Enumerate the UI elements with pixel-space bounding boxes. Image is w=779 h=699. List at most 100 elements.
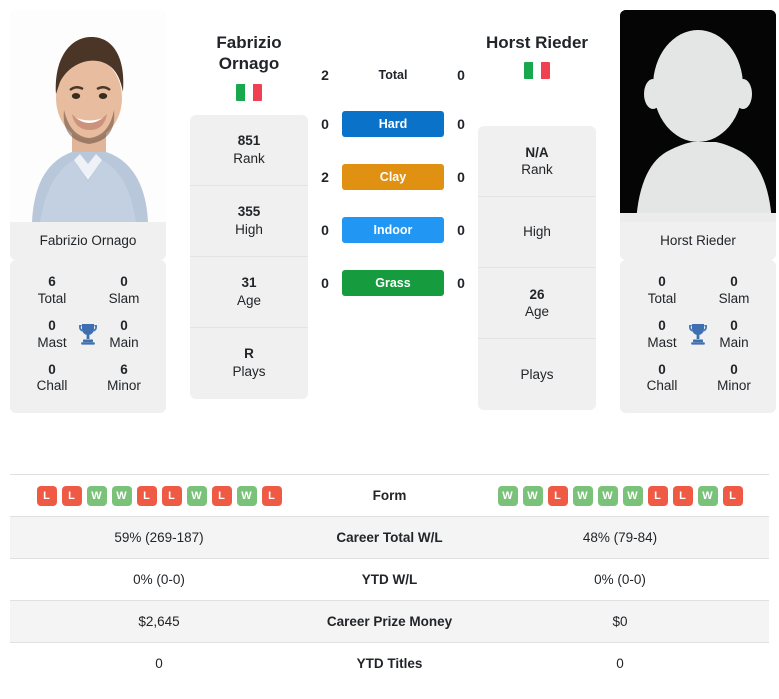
right-career-total-wl: 48% (79-84) bbox=[582, 530, 658, 545]
row-label-ytd-wl: YTD W/L bbox=[361, 572, 418, 587]
right-info-age: 26 Age bbox=[478, 268, 596, 340]
value: 26 bbox=[529, 286, 545, 302]
value: 6 bbox=[120, 361, 128, 377]
right-info-rank: N/A Rank bbox=[478, 126, 596, 198]
form-badge-loss: L bbox=[672, 485, 693, 506]
right-player-photo-card: Horst Rieder bbox=[620, 10, 776, 260]
label: Plays bbox=[520, 366, 554, 382]
h2h-right-value: 0 bbox=[457, 222, 465, 238]
label: Chall bbox=[36, 378, 68, 394]
grass-surface-badge[interactable]: Grass bbox=[342, 270, 444, 296]
left-player-info-card: 851 Rank 355 High 31 Age R Plays bbox=[190, 114, 308, 399]
h2h-row-grass: 0 Grass 0 bbox=[308, 270, 478, 296]
h2h-row-indoor: 0 Indoor 0 bbox=[308, 217, 478, 243]
value: 0 bbox=[120, 274, 128, 289]
clay-surface-badge[interactable]: Clay bbox=[342, 164, 444, 190]
label: Plays bbox=[232, 364, 266, 379]
italy-flag-icon bbox=[236, 83, 262, 101]
value: 0 bbox=[658, 361, 666, 377]
left-player-portrait-image bbox=[10, 10, 166, 222]
label: Slam bbox=[718, 290, 750, 306]
left-player-photo-card: Fabrizio Ornago bbox=[10, 10, 166, 260]
form-badge-win: W bbox=[597, 485, 618, 506]
left-form-strip: LLWWLLWLWL bbox=[10, 485, 308, 506]
left-player-name-line1: Fabrizio bbox=[216, 33, 282, 52]
label: Total bbox=[647, 290, 677, 306]
table-row-ytd-wl: 0% (0-0) YTD W/L 0% (0-0) bbox=[10, 558, 769, 601]
head-to-head-column: 2 Total 0 0 Hard 0 2 Clay 0 0 Indoor 0 0… bbox=[308, 10, 478, 296]
left-career-total-wl: 59% (269-187) bbox=[114, 530, 204, 545]
table-row-form: LLWWLLWLWL Form WWLWWWLLWL bbox=[10, 474, 769, 517]
h2h-surface-label: Hard bbox=[342, 111, 444, 137]
trophy-icon bbox=[685, 321, 711, 347]
value: 31 bbox=[241, 274, 257, 290]
left-titles-mast: 0 Mast bbox=[24, 318, 80, 352]
right-titles-slam: 0 Slam bbox=[706, 274, 762, 308]
left-ytd-wl: 0% (0-0) bbox=[133, 572, 185, 587]
h2h-left-value: 0 bbox=[321, 275, 329, 291]
h2h-right-value: 0 bbox=[457, 116, 465, 132]
form-badge-win: W bbox=[186, 485, 207, 506]
right-player-info-column: Horst Rieder N/A Rank High 26 Age Plays bbox=[478, 10, 596, 411]
h2h-row-total: 2 Total 0 bbox=[308, 66, 478, 84]
form-badge-win: W bbox=[86, 485, 107, 506]
left-career-prize-money: $2,645 bbox=[138, 614, 180, 629]
value: 0 bbox=[730, 317, 738, 333]
value: 355 bbox=[237, 203, 261, 219]
right-ytd-wl: 0% (0-0) bbox=[594, 572, 646, 587]
right-player-titles-card: 0 Total 0 Slam 0 Mast 0 Main 0 Chall 0 M… bbox=[620, 260, 776, 414]
form-badge-win: W bbox=[497, 485, 518, 506]
left-info-age: 31 Age bbox=[190, 257, 308, 328]
right-player-avatar bbox=[620, 10, 776, 222]
h2h-surface-label: Indoor bbox=[342, 217, 444, 243]
form-badge-loss: L bbox=[36, 485, 57, 506]
h2h-left-value: 2 bbox=[321, 169, 329, 185]
row-label-form: Form bbox=[372, 488, 407, 503]
label: Rank bbox=[233, 150, 265, 166]
form-badge-loss: L bbox=[647, 485, 668, 506]
value: R bbox=[244, 346, 254, 362]
label: Minor bbox=[107, 378, 141, 394]
right-titles-grid: 0 Total 0 Slam 0 Mast 0 Main 0 Chall 0 M… bbox=[620, 264, 776, 403]
value: 6 bbox=[48, 274, 56, 289]
label: Mast bbox=[37, 334, 67, 350]
h2h-left-value: 2 bbox=[321, 67, 329, 83]
row-label-ytd-titles: YTD Titles bbox=[356, 656, 423, 671]
hard-surface-badge[interactable]: Hard bbox=[342, 111, 444, 137]
right-titles-main: 0 Main bbox=[706, 318, 762, 352]
value: N/A bbox=[525, 144, 549, 160]
h2h-surface-label: Total bbox=[342, 66, 444, 84]
label: High bbox=[523, 224, 551, 240]
label: Chall bbox=[646, 378, 678, 394]
indoor-surface-badge[interactable]: Indoor bbox=[342, 217, 444, 243]
right-player-photo-caption: Horst Rieder bbox=[620, 222, 776, 260]
h2h-right-value: 0 bbox=[457, 169, 465, 185]
right-titles-chall: 0 Chall bbox=[634, 362, 690, 396]
left-titles-slam: 0 Slam bbox=[96, 274, 152, 308]
form-badge-win: W bbox=[697, 485, 718, 506]
label: Age bbox=[524, 304, 550, 320]
right-ytd-titles: 0 bbox=[616, 656, 624, 671]
form-badge-loss: L bbox=[547, 485, 568, 506]
left-titles-total: 6 Total bbox=[24, 274, 80, 308]
h2h-left-value: 0 bbox=[321, 116, 329, 132]
h2h-surface-label: Grass bbox=[342, 270, 444, 296]
label: Slam bbox=[108, 290, 140, 306]
value: 0 bbox=[48, 317, 56, 333]
table-row-career-prize-money: $2,645 Career Prize Money $0 bbox=[10, 600, 769, 643]
value: 0 bbox=[730, 274, 738, 289]
form-badge-loss: L bbox=[161, 485, 182, 506]
left-player-info-column: Fabrizio Ornago 851 Rank 355 High 31 Age bbox=[190, 10, 308, 399]
left-player-photo-column: Fabrizio Ornago 6 Total 0 Slam 0 Mast 0 … bbox=[10, 10, 166, 414]
left-titles-row: 0 Chall 6 Minor bbox=[10, 358, 166, 402]
left-player-name: Fabrizio Ornago bbox=[184, 32, 314, 75]
form-badge-loss: L bbox=[211, 485, 232, 506]
form-badge-loss: L bbox=[136, 485, 157, 506]
right-titles-total: 0 Total bbox=[634, 274, 690, 308]
label: Main bbox=[719, 334, 749, 350]
italy-flag-icon bbox=[524, 62, 550, 80]
h2h-surface-label: Clay bbox=[342, 164, 444, 190]
right-player-info-card: N/A Rank High 26 Age Plays bbox=[478, 126, 596, 411]
left-titles-chall: 0 Chall bbox=[24, 362, 80, 396]
form-badge-loss: L bbox=[61, 485, 82, 506]
